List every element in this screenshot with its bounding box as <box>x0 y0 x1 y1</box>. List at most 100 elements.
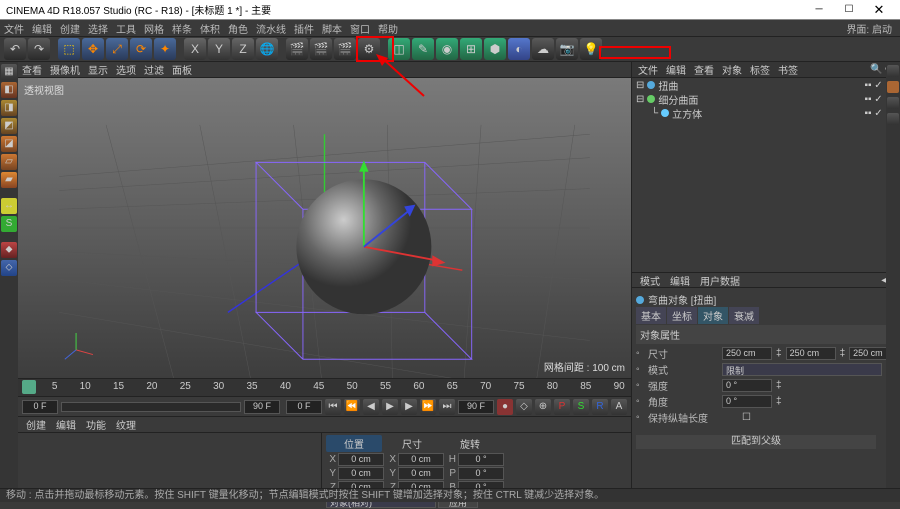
om-edit[interactable]: 编辑 <box>666 62 686 77</box>
material-manager[interactable] <box>18 433 321 488</box>
menu-window[interactable]: 窗口 <box>350 21 370 36</box>
menu-script[interactable]: 脚本 <box>322 21 342 36</box>
om-tags[interactable]: 标签 <box>750 62 770 77</box>
menu-pipeline[interactable]: 流水线 <box>256 21 286 36</box>
goto-end[interactable]: ⏭ <box>439 399 455 415</box>
light[interactable]: 💡 <box>580 38 602 60</box>
menu-edit[interactable]: 编辑 <box>32 21 52 36</box>
rotate-tool[interactable]: ⟳ <box>130 38 152 60</box>
menu-spline[interactable]: 样条 <box>172 21 192 36</box>
search-icon[interactable]: 🔍 <box>870 64 882 75</box>
enable-axis-icon[interactable]: ↔ <box>1 198 17 214</box>
pos-y[interactable]: 0 cm <box>338 467 384 480</box>
vp-options[interactable]: 选项 <box>116 62 136 77</box>
fit-parent-button[interactable]: 匹配到父级 <box>636 435 876 449</box>
point-mode-icon[interactable]: ◪ <box>1 136 17 152</box>
y-axis-toggle[interactable]: Y <box>208 38 230 60</box>
attr-mode[interactable]: 模式 <box>640 273 660 288</box>
tab-function[interactable]: 功能 <box>86 417 106 432</box>
select-tool[interactable]: ⬚ <box>58 38 80 60</box>
render-view[interactable]: 🎬 <box>286 38 308 60</box>
menu-mesh[interactable]: 网格 <box>144 21 164 36</box>
undo-button[interactable]: ↶ <box>4 38 26 60</box>
next-key[interactable]: ⏩ <box>420 399 436 415</box>
coord-tab-rot[interactable]: 旋转 <box>442 436 498 451</box>
subdiv-surface[interactable]: ◉ <box>436 38 458 60</box>
prev-key[interactable]: ⏪ <box>344 399 360 415</box>
range-slider[interactable] <box>61 402 241 412</box>
vp-panel[interactable]: 面板 <box>172 62 192 77</box>
workplane2-icon[interactable]: ⬦ <box>1 260 17 276</box>
menu-character[interactable]: 角色 <box>228 21 248 36</box>
strip-icon[interactable] <box>887 65 899 77</box>
record-button[interactable]: ● <box>497 399 513 415</box>
mode-select[interactable]: 限制 <box>722 363 882 376</box>
minimize-button[interactable]: ─ <box>804 1 834 19</box>
vp-filter[interactable]: 过滤 <box>144 62 164 77</box>
vp-view[interactable]: 查看 <box>22 62 42 77</box>
om-bookmarks[interactable]: 书签 <box>778 62 798 77</box>
autokey-button[interactable]: ◇ <box>516 399 532 415</box>
timeline[interactable]: 0510 152025 303540 455055 606570 758085 … <box>18 378 631 396</box>
scale-tool[interactable]: ⤢ <box>106 38 128 60</box>
attr-edit[interactable]: 编辑 <box>670 273 690 288</box>
attr-tab-basic[interactable]: 基本 <box>636 307 666 324</box>
coord-tab-pos[interactable]: 位置 <box>326 435 382 452</box>
array-gen[interactable]: ⊞ <box>460 38 482 60</box>
attr-tab-coord[interactable]: 坐标 <box>667 307 697 324</box>
coord-system[interactable]: 🌐 <box>256 38 278 60</box>
maximize-button[interactable]: ☐ <box>834 1 864 19</box>
current-frame[interactable]: 0 F <box>286 400 322 414</box>
attr-tab-object[interactable]: 对象 <box>698 307 728 324</box>
texture-mode-icon[interactable]: ◨ <box>1 100 17 116</box>
environment[interactable]: ☁ <box>532 38 554 60</box>
om-view[interactable]: 查看 <box>694 62 714 77</box>
workplane-icon[interactable]: ◩ <box>1 118 17 134</box>
next-frame[interactable]: ▶ <box>401 399 417 415</box>
menu-plugins[interactable]: 插件 <box>294 21 314 36</box>
om-object[interactable]: 对象 <box>722 62 742 77</box>
snap-icon[interactable]: ⬥ <box>1 242 17 258</box>
move-tool[interactable]: ✥ <box>82 38 104 60</box>
vp-camera[interactable]: 摄像机 <box>50 62 80 77</box>
viewport-solo-icon[interactable]: S <box>1 216 17 232</box>
range-end[interactable]: 90 F <box>244 400 280 414</box>
vp-display[interactable]: 显示 <box>88 62 108 77</box>
tab-edit[interactable]: 编辑 <box>56 417 76 432</box>
model-mode-icon[interactable]: ◧ <box>1 82 17 98</box>
strip-icon[interactable] <box>887 81 899 93</box>
range-start[interactable]: 0 F <box>22 400 58 414</box>
close-button[interactable]: ✕ <box>864 1 894 19</box>
z-axis-toggle[interactable]: Z <box>232 38 254 60</box>
keep-y-checkbox[interactable]: ☐ <box>742 412 751 423</box>
attr-userdata[interactable]: 用户数据 <box>700 273 740 288</box>
x-axis-toggle[interactable]: X <box>184 38 206 60</box>
redo-button[interactable]: ↷ <box>28 38 50 60</box>
render-region[interactable]: 🎬 <box>310 38 332 60</box>
poly-mode-icon[interactable]: ▰ <box>1 172 17 188</box>
strip-icon[interactable] <box>887 97 899 109</box>
menu-tools[interactable]: 工具 <box>116 21 136 36</box>
tab-create[interactable]: 创建 <box>26 417 46 432</box>
edge-mode-icon[interactable]: ▱ <box>1 154 17 170</box>
key-p[interactable]: P <box>554 399 570 415</box>
menu-help[interactable]: 帮助 <box>378 21 398 36</box>
angle-input[interactable]: 0 ° <box>722 395 772 408</box>
obj-name[interactable]: 细分曲面 <box>658 92 698 107</box>
camera[interactable]: 📷 <box>556 38 578 60</box>
key-r[interactable]: R <box>592 399 608 415</box>
om-file[interactable]: 文件 <box>638 62 658 77</box>
menu-create[interactable]: 创建 <box>60 21 80 36</box>
size-x-input[interactable]: 250 cm <box>722 347 772 360</box>
recent-tool[interactable]: ✦ <box>154 38 176 60</box>
size-y[interactable]: 0 cm <box>398 467 444 480</box>
menu-volume[interactable]: 体积 <box>200 21 220 36</box>
make-editable-icon[interactable]: ▦ <box>1 64 17 80</box>
viewport[interactable]: 透视视图 网格间距 : 100 cm <box>18 78 631 378</box>
coord-tab-size[interactable]: 尺寸 <box>384 436 440 451</box>
obj-name[interactable]: 立方体 <box>672 106 702 121</box>
size-x[interactable]: 0 cm <box>398 453 444 466</box>
instance[interactable]: ⬢ <box>484 38 506 60</box>
rot-p[interactable]: 0 ° <box>458 467 504 480</box>
menu-file[interactable]: 文件 <box>4 21 24 36</box>
